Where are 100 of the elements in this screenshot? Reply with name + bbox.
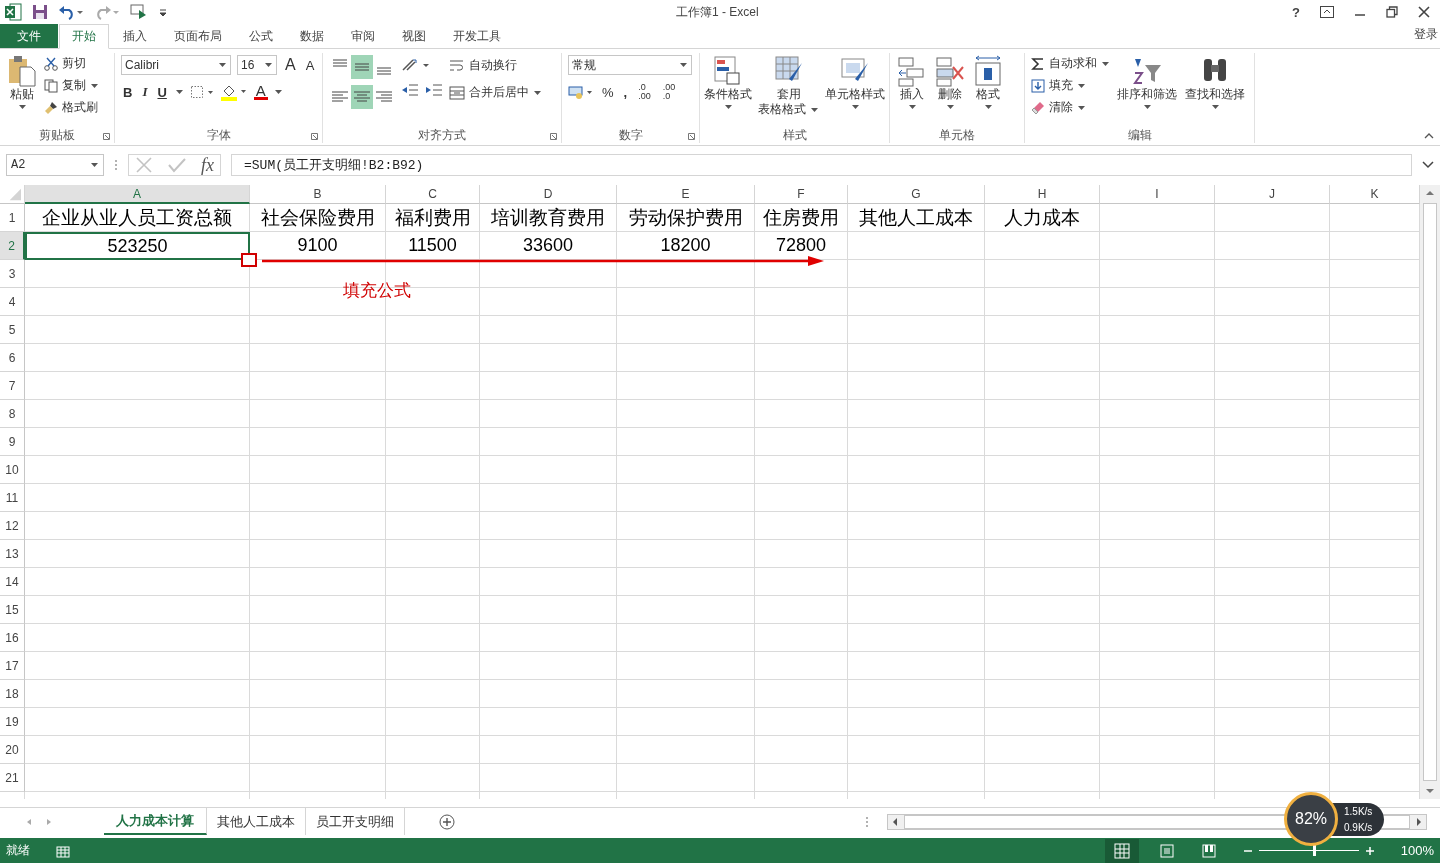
clear-button[interactable]: 清除 — [1031, 99, 1110, 116]
name-box[interactable]: A2 — [6, 154, 104, 176]
row-header[interactable]: 7 — [0, 372, 25, 400]
zoom-level[interactable]: 100% — [1400, 843, 1434, 858]
ribbon-tab[interactable]: 公式 — [236, 24, 286, 48]
close-icon[interactable] — [1418, 6, 1430, 18]
column-header[interactable]: I — [1100, 185, 1215, 204]
column-header[interactable]: K — [1330, 185, 1420, 204]
row-header[interactable]: 10 — [0, 456, 25, 484]
insert-cells-button[interactable]: 插入 — [896, 55, 928, 112]
fill-color-icon[interactable] — [219, 83, 248, 101]
column-header[interactable]: E — [617, 185, 755, 204]
sort-filter-button[interactable]: 排序和筛选 — [1116, 55, 1178, 112]
row-header[interactable]: 16 — [0, 624, 25, 652]
caret-icon[interactable] — [811, 107, 818, 112]
ribbon-tab[interactable]: 开发工具 — [440, 24, 514, 48]
cell-styles-button[interactable]: 单元格样式 — [824, 55, 886, 112]
row-header[interactable]: 3 — [0, 260, 25, 288]
row-header[interactable]: 13 — [0, 540, 25, 568]
caret-icon[interactable] — [534, 90, 541, 95]
merge-center-button[interactable]: 合并后居中 — [449, 84, 542, 101]
row-header[interactable]: 11 — [0, 484, 25, 512]
row-header[interactable]: 21 — [0, 764, 25, 792]
currency-icon[interactable] — [568, 84, 594, 100]
row-header[interactable]: 14 — [0, 568, 25, 596]
caret-icon[interactable] — [91, 83, 98, 88]
font-size-field[interactable]: 16 — [237, 55, 277, 75]
orientation-icon[interactable] — [401, 57, 431, 73]
caret-icon[interactable] — [1143, 105, 1151, 109]
format-as-table-button[interactable]: 套用 表格格式 — [757, 55, 820, 117]
caret-icon[interactable] — [851, 105, 859, 109]
touch-mode-icon[interactable] — [130, 3, 148, 21]
vertical-scrollbar[interactable] — [1423, 203, 1437, 781]
row-header[interactable]: 5 — [0, 316, 25, 344]
decrease-decimal-button[interactable]: .00 .0 — [659, 83, 679, 101]
comma-button[interactable]: , — [621, 84, 630, 100]
row-header[interactable]: 19 — [0, 708, 25, 736]
checkmark-icon[interactable] — [167, 156, 187, 174]
undo-icon[interactable] — [58, 4, 84, 20]
decrease-indent-icon[interactable] — [401, 83, 419, 97]
italic-button[interactable]: I — [140, 84, 150, 100]
dialog-launcher-icon[interactable] — [311, 133, 318, 140]
column-header[interactable]: J — [1215, 185, 1330, 204]
zoom-slider-thumb[interactable] — [1312, 845, 1316, 856]
row-header[interactable]: 9 — [0, 428, 25, 456]
caret-icon[interactable] — [175, 90, 183, 94]
caret-icon[interactable] — [274, 90, 282, 94]
fill-button[interactable]: 填充 — [1031, 77, 1110, 94]
column-header[interactable]: C — [386, 185, 480, 204]
ribbon-tab[interactable]: 审阅 — [338, 24, 388, 48]
caret-icon[interactable] — [724, 105, 732, 109]
autosum-button[interactable]: 自动求和 — [1031, 55, 1110, 72]
font-color-button[interactable]: A — [253, 84, 268, 100]
format-cells-button[interactable]: 格式 — [972, 55, 1004, 112]
copy-button[interactable]: 复制 — [44, 77, 99, 94]
column-header[interactable]: H — [985, 185, 1100, 204]
collapse-ribbon-icon[interactable] — [1424, 132, 1434, 139]
conditional-format-button[interactable]: 条件格式 — [703, 55, 753, 112]
restore-icon[interactable] — [1386, 6, 1398, 18]
row-header[interactable]: 8 — [0, 400, 25, 428]
dialog-launcher-icon[interactable] — [550, 133, 557, 140]
wrap-text-button[interactable]: 自动换行 — [449, 57, 542, 74]
caret-icon[interactable] — [265, 63, 272, 67]
underline-button[interactable]: U — [155, 84, 169, 100]
insert-function-button[interactable]: fx — [201, 154, 214, 176]
caret-icon[interactable] — [91, 163, 98, 167]
format-painter-button[interactable]: 格式刷 — [44, 99, 99, 116]
bold-button[interactable]: B — [121, 84, 135, 100]
caret-icon[interactable] — [1078, 105, 1085, 110]
caret-icon[interactable] — [908, 105, 916, 109]
caret-icon[interactable] — [984, 105, 992, 109]
increase-decimal-button[interactable]: .0 .00 — [635, 83, 654, 101]
help-button[interactable]: ? — [1292, 4, 1300, 20]
paste-button[interactable]: 粘贴 — [6, 55, 38, 112]
zoom-in-icon[interactable] — [1364, 845, 1375, 856]
delete-cells-button[interactable]: 删除 — [934, 55, 966, 112]
customize-dropdown-icon[interactable] — [158, 7, 168, 17]
page-break-icon[interactable] — [1200, 842, 1217, 859]
column-header[interactable]: G — [848, 185, 985, 204]
ribbon-tab[interactable]: 开始 — [59, 24, 109, 49]
sheet-tab[interactable]: 员工开支明细 — [306, 808, 405, 835]
dialog-launcher-icon[interactable] — [103, 133, 110, 140]
caret-icon[interactable] — [946, 105, 954, 109]
row-header[interactable]: 4 — [0, 288, 25, 316]
row-header[interactable]: 18 — [0, 680, 25, 708]
row-header[interactable]: 2 — [0, 232, 25, 260]
row-header[interactable]: 12 — [0, 512, 25, 540]
cut-button[interactable]: 剪切 — [44, 55, 99, 72]
ribbon-tab[interactable]: 页面布局 — [161, 24, 235, 48]
ribbon-tab[interactable]: 视图 — [389, 24, 439, 48]
column-header[interactable]: A — [25, 185, 250, 204]
ribbon-tab[interactable]: 插入 — [110, 24, 160, 48]
increase-indent-icon[interactable] — [425, 83, 443, 97]
caret-icon[interactable] — [680, 63, 687, 67]
grow-font-button[interactable]: A — [283, 56, 298, 74]
caret-icon[interactable] — [1102, 61, 1109, 66]
normal-view-icon[interactable] — [1104, 838, 1139, 863]
page-layout-icon[interactable] — [1158, 842, 1175, 859]
row-header[interactable]: 17 — [0, 652, 25, 680]
sheet-tab[interactable]: 人力成本计算 — [104, 808, 207, 835]
